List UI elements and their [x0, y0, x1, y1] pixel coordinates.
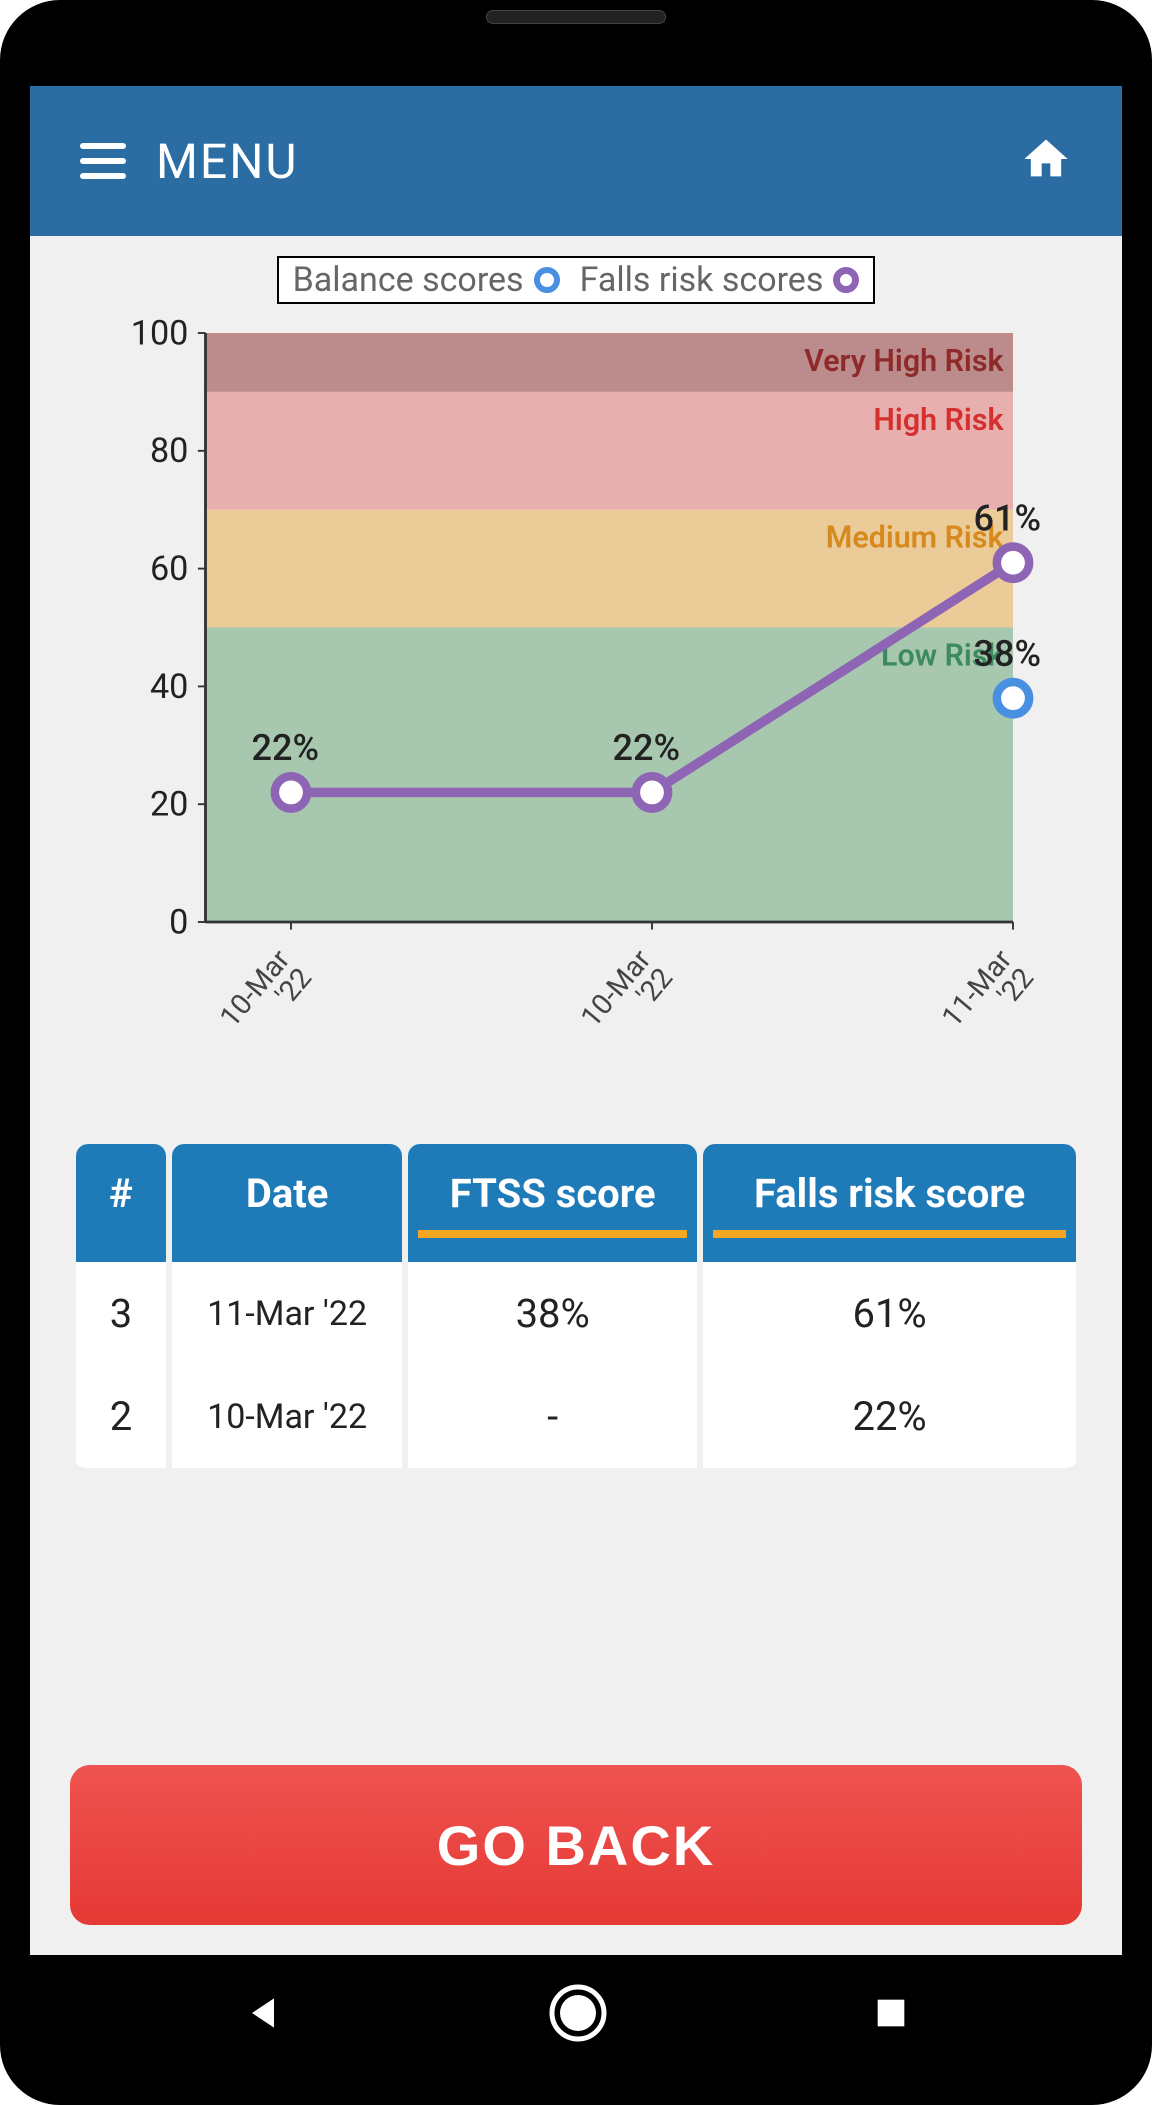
legend-falls-label: Falls risk scores: [580, 260, 824, 300]
col-ftss[interactable]: FTSS score: [408, 1144, 697, 1262]
hamburger-icon: [80, 143, 126, 179]
device-inner: MENU Balance scores: [30, 30, 1122, 2075]
cell-date: 11-Mar '22: [172, 1262, 402, 1365]
menu-button[interactable]: MENU: [80, 133, 299, 190]
svg-text:0: 0: [169, 902, 188, 942]
go-back-label: GO BACK: [437, 1813, 715, 1878]
android-nav-bar: [30, 1955, 1122, 2075]
scores-table: # Date FTSS score Falls risk score 311-M…: [70, 1144, 1082, 1468]
chart-card: Balance scores Falls risk scores Very Hi…: [50, 246, 1102, 1094]
svg-text:61%: 61%: [974, 497, 1042, 539]
chart-plot: Very High RiskHigh RiskMedium RiskLow Ri…: [70, 314, 1082, 1074]
col-falls[interactable]: Falls risk score: [703, 1144, 1076, 1262]
circle-marker-icon: [534, 267, 560, 293]
svg-text:40: 40: [150, 667, 188, 707]
table-row[interactable]: 210-Mar '22-22%: [76, 1365, 1076, 1468]
svg-text:22%: 22%: [613, 727, 681, 769]
cell-ftss: -: [408, 1365, 697, 1468]
table-row[interactable]: 311-Mar '2238%61%: [76, 1262, 1076, 1365]
nav-recent-button[interactable]: [871, 1993, 911, 2037]
device-speaker: [486, 10, 666, 24]
chart-legend: Balance scores Falls risk scores: [70, 256, 1082, 304]
svg-text:High Risk: High Risk: [873, 403, 1004, 438]
app-screen: MENU Balance scores: [30, 86, 1122, 1955]
svg-text:100: 100: [131, 314, 189, 353]
circle-home-icon: [548, 1983, 608, 2043]
svg-text:10-Mar'22: 10-Mar'22: [213, 943, 318, 1052]
app-header: MENU: [30, 86, 1122, 236]
home-icon: [1020, 133, 1072, 185]
cell-falls: 22%: [703, 1365, 1076, 1468]
cell-date: 10-Mar '22: [172, 1365, 402, 1468]
svg-text:20: 20: [150, 785, 188, 825]
cell-num: 2: [76, 1365, 166, 1468]
cell-ftss: 38%: [408, 1262, 697, 1365]
circle-marker-icon: [833, 267, 859, 293]
svg-text:60: 60: [150, 549, 188, 589]
col-date[interactable]: Date: [172, 1144, 402, 1262]
cell-num: 3: [76, 1262, 166, 1365]
col-num[interactable]: #: [76, 1144, 166, 1262]
content-area: Balance scores Falls risk scores Very Hi…: [30, 236, 1122, 1955]
svg-text:10-Mar'22: 10-Mar'22: [574, 943, 679, 1052]
table-header-row: # Date FTSS score Falls risk score: [76, 1144, 1076, 1262]
cell-falls: 61%: [703, 1262, 1076, 1365]
nav-back-button[interactable]: [241, 1991, 285, 2039]
svg-text:Very High Risk: Very High Risk: [804, 344, 1004, 379]
legend-falls: Falls risk scores: [580, 260, 860, 300]
svg-text:80: 80: [150, 431, 188, 471]
svg-text:11-Mar'22: 11-Mar'22: [935, 943, 1040, 1052]
legend-balance: Balance scores: [293, 260, 560, 300]
device-frame: MENU Balance scores: [0, 0, 1152, 2105]
svg-text:38%: 38%: [974, 633, 1042, 675]
legend-balance-label: Balance scores: [293, 260, 524, 300]
nav-home-button[interactable]: [548, 1983, 608, 2047]
go-back-button[interactable]: GO BACK: [70, 1765, 1082, 1925]
menu-label: MENU: [156, 133, 299, 190]
svg-text:22%: 22%: [252, 727, 320, 769]
home-button[interactable]: [1020, 133, 1072, 189]
square-recent-icon: [871, 1993, 911, 2033]
triangle-back-icon: [241, 1991, 285, 2035]
